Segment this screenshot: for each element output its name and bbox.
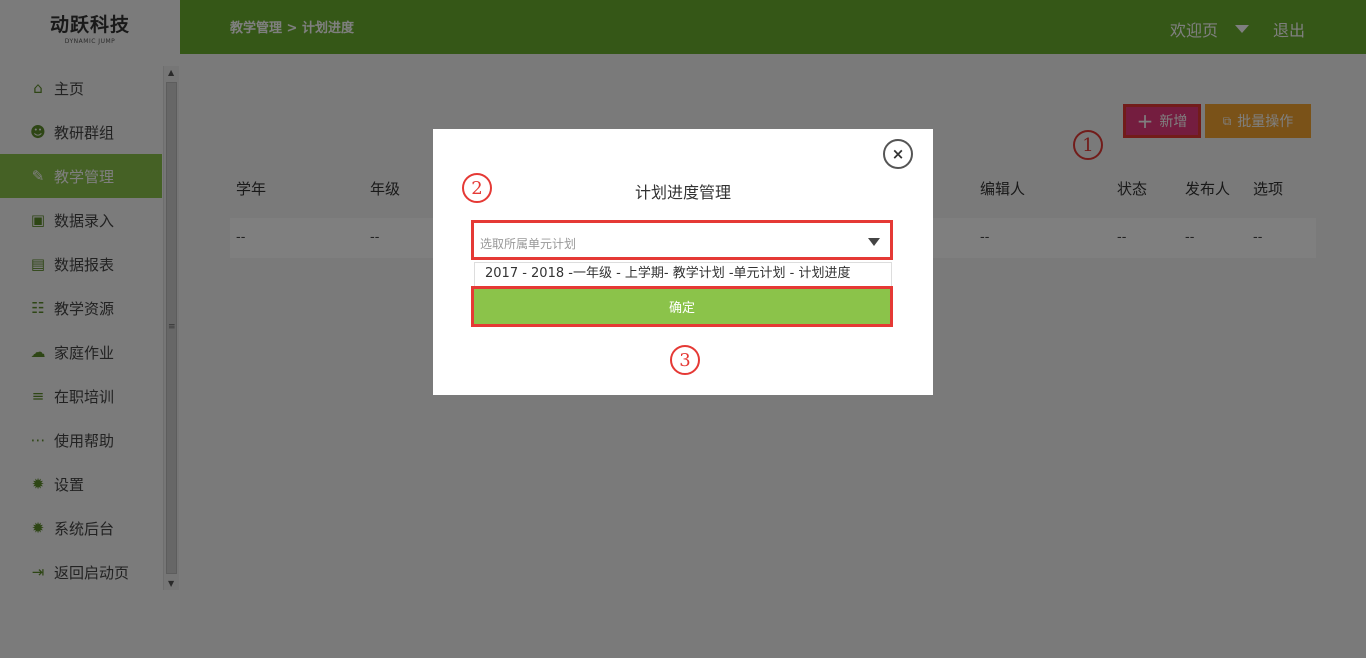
dropdown-option[interactable]: 2017 - 2018 -一年级 - 上学期- 教学计划 -单元计划 - 计划进… [474, 262, 892, 286]
dropdown-arrow-icon[interactable] [868, 238, 880, 246]
confirm-button[interactable]: 确定 [471, 286, 893, 327]
close-icon[interactable]: × [883, 139, 913, 169]
dialog-title: 计划进度管理 [634, 183, 731, 202]
plan-progress-dialog: × 2 计划进度管理 选取所属单元计划 2017 - 2018 -一年级 - 上… [433, 129, 933, 395]
select-placeholder: 选取所属单元计划 [480, 237, 577, 251]
annotation-marker-3: 3 [670, 345, 700, 375]
unit-plan-select[interactable]: 选取所属单元计划 [471, 220, 893, 260]
